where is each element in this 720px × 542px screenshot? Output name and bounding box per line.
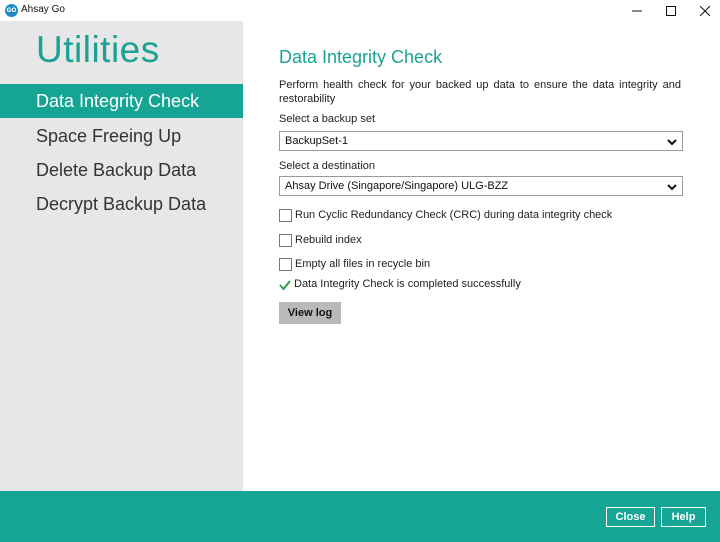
sidebar-item-data-integrity-check[interactable]: Data Integrity Check xyxy=(0,84,243,118)
empty-recycle-bin-checkbox[interactable] xyxy=(279,258,292,271)
rebuild-index-checkbox[interactable] xyxy=(279,234,292,247)
backup-set-value: BackupSet-1 xyxy=(285,135,348,147)
checkmark-icon xyxy=(279,280,291,291)
view-log-button[interactable]: View log xyxy=(279,302,341,324)
status-text: Data Integrity Check is completed succes… xyxy=(294,278,521,290)
destination-label: Select a destination xyxy=(279,160,376,172)
chevron-down-icon xyxy=(667,184,677,191)
minimize-button[interactable] xyxy=(620,0,654,21)
help-button[interactable]: Help xyxy=(661,507,706,527)
title-bar: GO Ahsay Go xyxy=(0,0,720,21)
rebuild-index-label: Rebuild index xyxy=(295,234,362,246)
sidebar-item-decrypt-backup-data[interactable]: Decrypt Backup Data xyxy=(0,187,243,221)
destination-select[interactable]: Ahsay Drive (Singapore/Singapore) ULG-BZ… xyxy=(279,176,683,196)
maximize-icon xyxy=(666,5,676,16)
app-icon: GO xyxy=(5,4,18,17)
sidebar-item-delete-backup-data[interactable]: Delete Backup Data xyxy=(0,153,243,187)
crc-checkbox[interactable] xyxy=(279,209,292,222)
window-title: Ahsay Go xyxy=(21,4,65,15)
crc-option-label: Run Cyclic Redundancy Check (CRC) during… xyxy=(295,209,613,221)
page-description: Perform health check for your backed up … xyxy=(279,79,681,105)
sidebar-item-space-freeing-up[interactable]: Space Freeing Up xyxy=(0,119,243,153)
main-panel: Data Integrity Check Perform health chec… xyxy=(243,21,720,491)
footer-bar: Close Help xyxy=(0,491,720,542)
backup-set-label: Select a backup set xyxy=(279,113,376,125)
empty-recycle-bin-label: Empty all files in recycle bin xyxy=(295,258,431,270)
sidebar-title: Utilities xyxy=(36,29,160,70)
close-window-button[interactable] xyxy=(688,0,720,21)
maximize-button[interactable] xyxy=(654,0,688,21)
sidebar: Utilities Data Integrity Check Space Fre… xyxy=(0,21,243,491)
destination-value: Ahsay Drive (Singapore/Singapore) ULG-BZ… xyxy=(285,180,509,192)
minimize-icon xyxy=(632,10,642,11)
close-icon xyxy=(700,5,710,16)
chevron-down-icon xyxy=(667,139,677,146)
page-title: Data Integrity Check xyxy=(279,47,443,67)
close-button[interactable]: Close xyxy=(606,507,655,527)
backup-set-select[interactable]: BackupSet-1 xyxy=(279,131,683,151)
